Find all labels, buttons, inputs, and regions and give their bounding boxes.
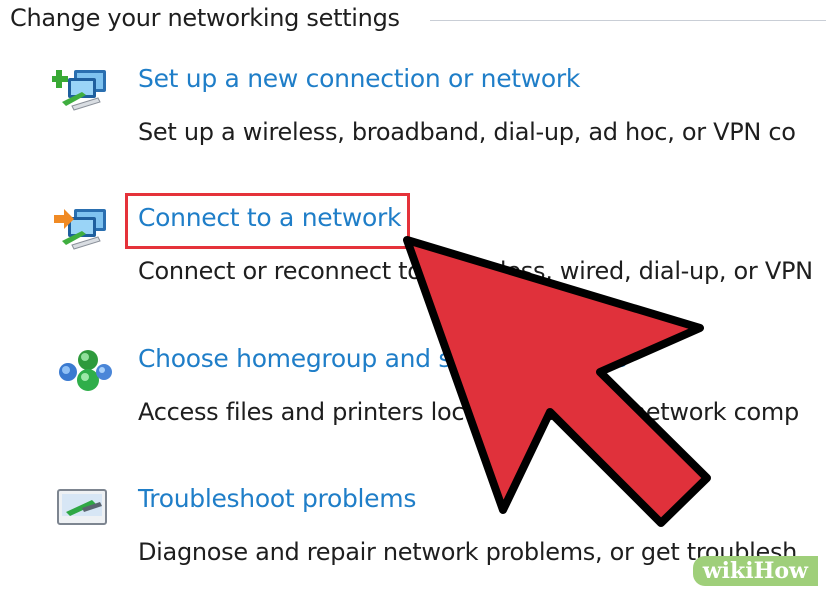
homegroup-icon [52,342,116,394]
task-connect-network: Connect to a network Connect or reconnec… [0,201,826,321]
troubleshoot-icon [52,482,116,534]
watermark-text-a: wiki [702,558,754,584]
task-homegroup: Choose homegroup and sharing options Acc… [0,342,826,462]
connect-network-icon [52,201,116,253]
section-title: Change your networking settings [10,4,400,32]
section-header: Change your networking settings [10,0,826,44]
task-desc-connect-network: Connect or reconnect to a wireless, wire… [138,257,813,285]
highlight-box [125,193,410,249]
watermark-text-b: How [753,558,808,584]
task-link-new-connection[interactable]: Set up a new connection or network [138,64,580,93]
wikihow-watermark: wikiHow [692,556,818,586]
section-divider [430,20,826,21]
task-desc-homegroup: Access files and printers located on oth… [138,398,799,426]
task-new-connection: Set up a new connection or network Set u… [0,62,826,182]
task-link-troubleshoot[interactable]: Troubleshoot problems [138,484,416,513]
task-desc-new-connection: Set up a wireless, broadband, dial-up, a… [138,118,796,146]
task-link-homegroup[interactable]: Choose homegroup and sharing options [138,344,627,373]
new-connection-icon [50,62,116,114]
